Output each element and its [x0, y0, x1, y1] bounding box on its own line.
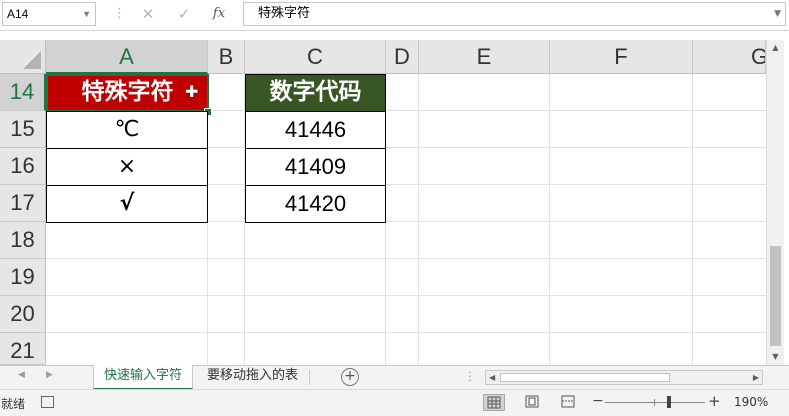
tab-separator [309, 370, 310, 385]
formula-input[interactable]: 特殊字符 ▼ [243, 2, 786, 26]
select-all-corner[interactable] [0, 40, 46, 74]
zoom-slider[interactable] [605, 402, 705, 403]
page-layout-view-icon[interactable] [522, 394, 544, 411]
column-header-g[interactable]: G [693, 40, 766, 74]
scroll-right-icon[interactable]: ▶ [753, 371, 759, 384]
zoom-out-icon[interactable]: − [592, 393, 604, 409]
horizontal-scroll-thumb[interactable] [500, 373, 670, 382]
name-box[interactable]: A14 ▼ [2, 2, 96, 26]
cross-cursor-icon: ✚ [185, 82, 199, 101]
gridline [46, 258, 766, 259]
vertical-scroll-thumb[interactable] [770, 246, 781, 346]
row-header-16[interactable]: 16 [0, 148, 46, 185]
name-box-value: A14 [7, 7, 29, 21]
scroll-up-icon[interactable]: ▲ [767, 40, 784, 56]
next-sheet-icon[interactable]: ▶ [46, 370, 53, 380]
gridline [46, 295, 766, 296]
zoom-level[interactable]: 190% [734, 395, 768, 409]
column-header-d[interactable]: D [386, 40, 419, 74]
name-box-dropdown-icon[interactable]: ▼ [82, 3, 91, 25]
row-header-14[interactable]: 14 [0, 74, 46, 111]
sheet-tab-bar: ◀ ▶ 快速输入字符 要移动拖入的表 + ⋮ ◀ ▶ [0, 365, 789, 390]
vertical-scrollbar[interactable]: ▲ ▼ [766, 40, 784, 365]
page-break-view-icon[interactable] [558, 394, 580, 411]
zoom-slider-midpoint [654, 399, 655, 406]
worksheet-grid[interactable]: A B C D E F G 14 15 16 17 18 19 20 21 特殊… [0, 40, 789, 365]
column-header-f[interactable]: F [550, 40, 693, 74]
row-header-19[interactable]: 19 [0, 259, 46, 296]
cell-c15[interactable]: 41446 [245, 111, 386, 149]
enter-icon[interactable]: ✓ [173, 3, 195, 25]
cell-c17[interactable]: 41420 [245, 185, 386, 223]
formula-bar-grip-icon: ⋮ [113, 6, 126, 21]
row-header-20[interactable]: 20 [0, 296, 46, 333]
scroll-left-icon[interactable]: ◀ [489, 371, 495, 384]
row-header-18[interactable]: 18 [0, 222, 46, 259]
expand-formula-icon[interactable]: ▼ [774, 3, 781, 25]
row-header-21[interactable]: 21 [0, 333, 46, 365]
zoom-in-icon[interactable]: + [708, 392, 721, 410]
row-header-17[interactable]: 17 [0, 185, 46, 222]
gridline [418, 74, 419, 365]
cell-c14[interactable]: 数字代码 [245, 74, 386, 112]
formula-bar: A14 ▼ ⋮ ✕ ✓ fx 特殊字符 ▼ [0, 0, 789, 31]
insert-function-icon[interactable]: fx [208, 3, 230, 25]
row-header-15[interactable]: 15 [0, 111, 46, 148]
horizontal-scrollbar[interactable]: ◀ ▶ [485, 370, 763, 385]
status-ready: 就绪 [1, 397, 26, 411]
cell-c16[interactable]: 41409 [245, 148, 386, 186]
formula-content: 特殊字符 [258, 6, 311, 21]
zoom-slider-knob[interactable] [667, 396, 671, 408]
cell-a17[interactable]: √ [46, 185, 208, 223]
gridline [46, 332, 766, 333]
cancel-icon[interactable]: ✕ [137, 3, 159, 25]
column-header-a[interactable]: A [46, 40, 208, 74]
prev-sheet-icon[interactable]: ◀ [18, 370, 25, 380]
scroll-down-icon[interactable]: ▼ [767, 349, 784, 365]
split-grip-icon[interactable]: ⋮ [464, 369, 476, 383]
column-header-e[interactable]: E [419, 40, 550, 74]
cell-a15[interactable]: ℃ [46, 111, 208, 149]
normal-view-icon[interactable] [483, 394, 505, 411]
gridline [549, 74, 550, 365]
cell-a16[interactable]: × [46, 148, 208, 186]
gridline [692, 74, 693, 365]
tab-quick-input-chars[interactable]: 快速输入字符 [93, 365, 194, 390]
column-header-c[interactable]: C [245, 40, 386, 74]
column-header-b[interactable]: B [208, 40, 245, 74]
tab-sheet-to-move[interactable]: 要移动拖入的表 [197, 365, 308, 388]
status-bar: 就绪 − + 190% [0, 389, 789, 416]
add-sheet-icon[interactable]: + [341, 368, 359, 386]
macro-record-icon[interactable] [41, 396, 54, 408]
